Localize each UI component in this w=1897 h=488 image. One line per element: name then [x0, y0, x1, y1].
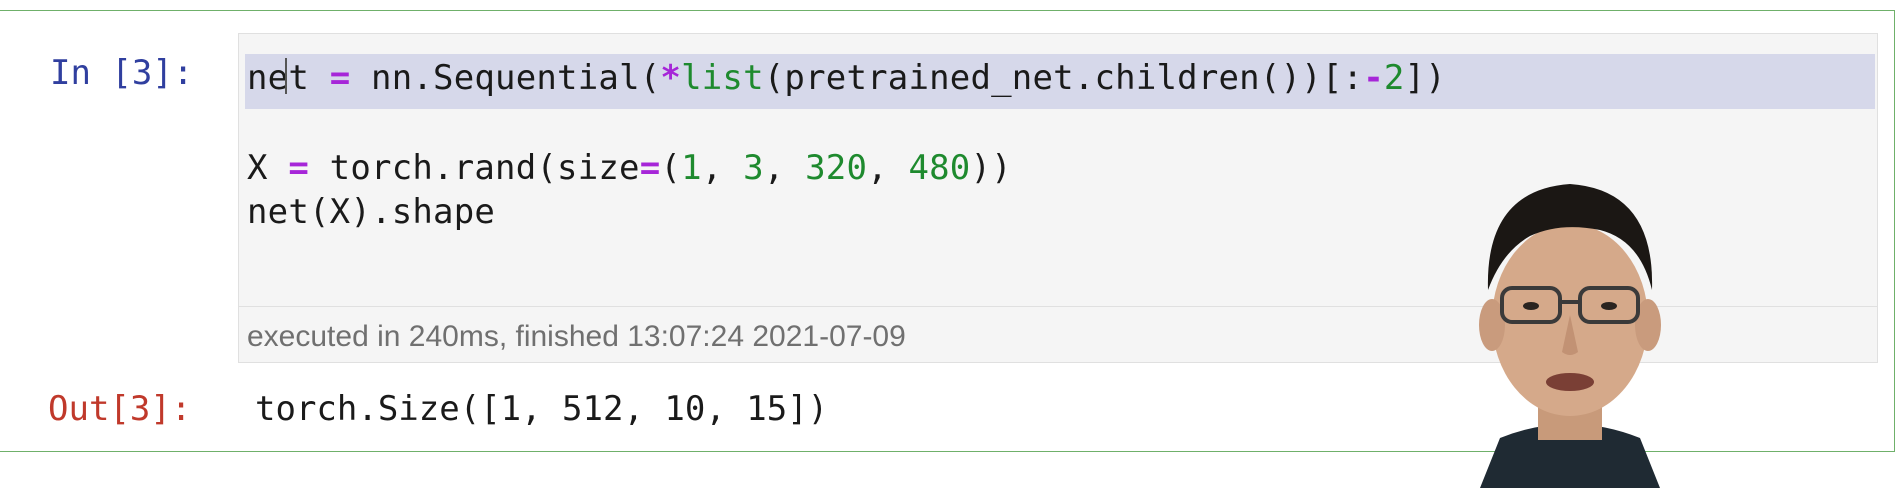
code-token: ]) [1404, 58, 1446, 98]
text-cursor [285, 58, 287, 94]
cell-output: torch.Size([1, 512, 10, 15]) [255, 389, 829, 429]
code-token: , [701, 148, 744, 188]
code-token: (pretrained_net.children())[: [763, 58, 1364, 98]
code-token: torch.rand(size [309, 148, 640, 188]
code-token: 1 [681, 148, 702, 188]
code-token: , [763, 148, 806, 188]
code-line[interactable]: net(X).shape [247, 192, 495, 232]
code-token: X [247, 148, 289, 188]
code-token: = [288, 148, 310, 188]
code-token: , [867, 148, 909, 188]
input-prompt: In [3]: [50, 53, 194, 93]
code-token: - [1363, 58, 1384, 98]
execution-info: executed in 240ms, finished 13:07:24 202… [247, 320, 906, 353]
presenter-webcam-icon [1440, 170, 1700, 488]
output-prompt: Out[3]: [48, 389, 192, 429]
code-token: nn.Sequential( [350, 58, 661, 98]
code-token: list [681, 58, 764, 98]
code-line[interactable]: net = nn.Sequential(*list(pretrained_net… [247, 58, 1446, 98]
code-line[interactable]: X = torch.rand(size=(1, 3, 320, 480)) [247, 148, 1012, 188]
code-token: 320 [805, 148, 868, 188]
code-token: 480 [908, 148, 971, 188]
code-token: net [247, 58, 310, 98]
code-token: net(X).shape [247, 192, 496, 232]
code-token: 2 [1383, 58, 1405, 98]
code-token: = [329, 58, 351, 98]
code-token: = [639, 148, 661, 188]
code-token: ( [660, 148, 682, 188]
code-token: )) [970, 148, 1012, 188]
code-token: 3 [743, 148, 764, 188]
code-token: * [660, 58, 682, 98]
